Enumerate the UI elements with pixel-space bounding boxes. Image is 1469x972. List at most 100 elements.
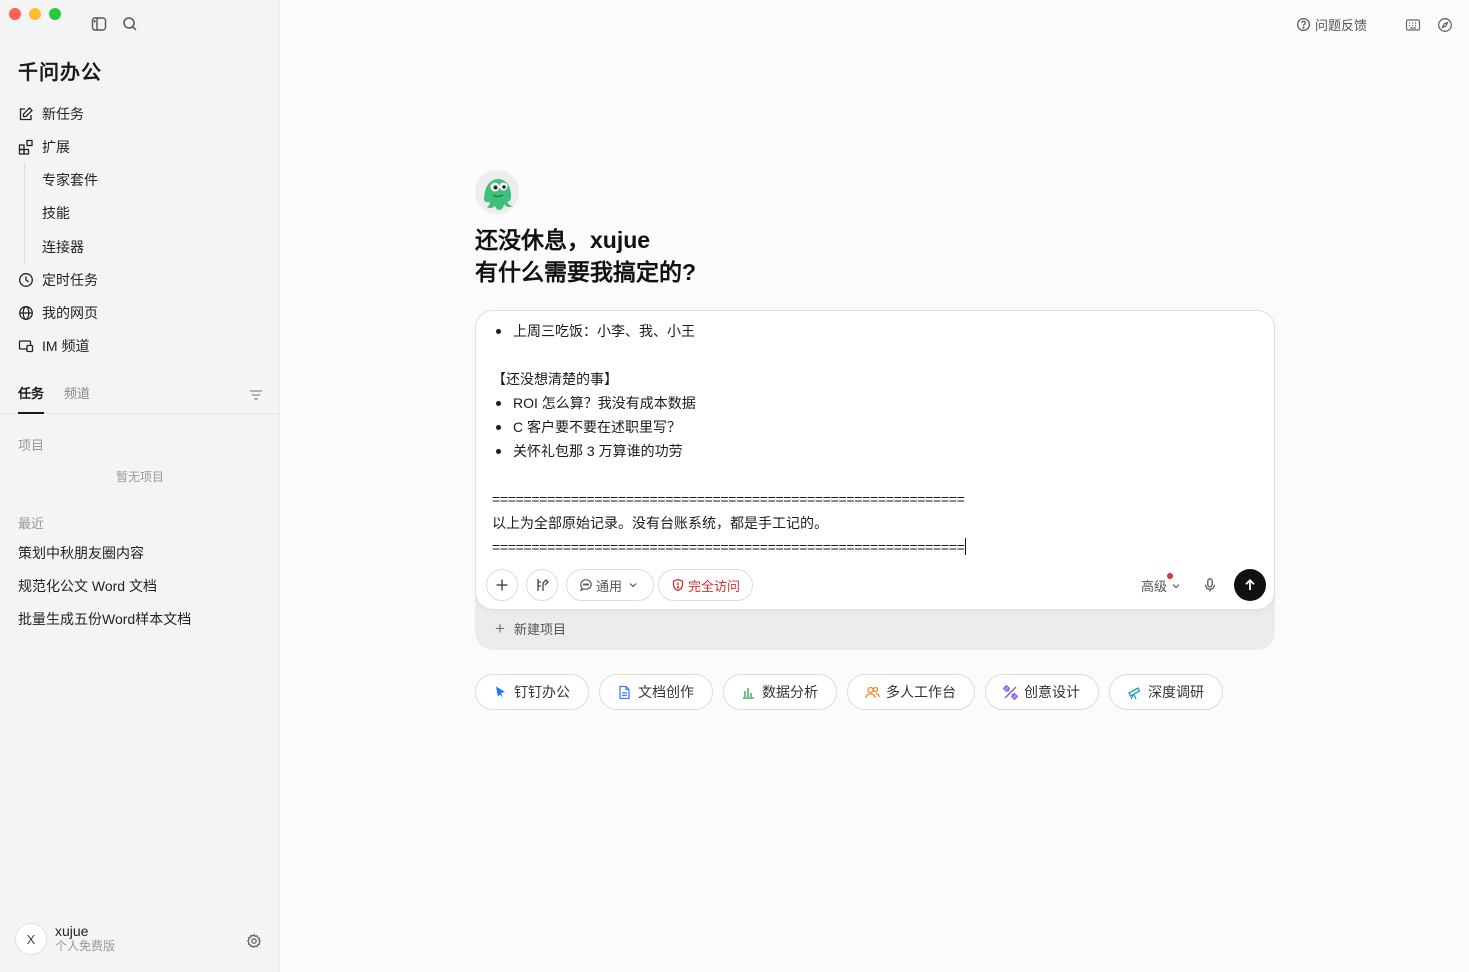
prompt-line: 关怀礼包那 3 万算谁的功劳 bbox=[492, 439, 1262, 463]
microphone-icon[interactable] bbox=[1202, 577, 1218, 593]
send-button[interactable] bbox=[1234, 569, 1266, 601]
shield-icon bbox=[672, 578, 684, 592]
design-icon bbox=[1003, 684, 1018, 700]
full-access-label: 完全访问 bbox=[688, 578, 741, 594]
plus-icon bbox=[496, 579, 508, 591]
close-window-button[interactable] bbox=[9, 8, 21, 20]
prompt-line-blank bbox=[492, 343, 1262, 367]
recent-list: 策划中秋朋友圈内容 规范化公文 Word 文档 批量生成五份Word样本文档 bbox=[0, 537, 280, 636]
chip-label: 数据分析 bbox=[762, 684, 818, 700]
nav-new-task[interactable]: 新任务 bbox=[0, 97, 280, 130]
plus-icon: + bbox=[495, 619, 505, 638]
advanced-dropdown[interactable]: 高级 bbox=[1141, 573, 1181, 595]
tab-tasks[interactable]: 任务 bbox=[18, 378, 45, 414]
mascot-logo bbox=[475, 170, 519, 214]
nav-skills-label: 技能 bbox=[42, 205, 70, 222]
prompt-last-line: ========================================… bbox=[492, 535, 1262, 559]
sidebar-toggle-icon[interactable] bbox=[90, 15, 108, 33]
chip-label: 文档创作 bbox=[638, 684, 694, 700]
prompt-textarea[interactable]: 上周三吃饭：小李、我、小王 【还没想清楚的事】 ROI 怎么算？我没有成本数据 … bbox=[492, 319, 1262, 559]
nav-extension[interactable]: 扩展 bbox=[0, 130, 280, 163]
chip-label: 多人工作台 bbox=[886, 684, 956, 700]
full-access-button[interactable]: 完全访问 bbox=[658, 569, 754, 601]
clock-icon bbox=[19, 273, 33, 287]
feedback-label: 问题反馈 bbox=[1314, 18, 1367, 33]
chevron-down-icon bbox=[1172, 583, 1180, 588]
tools-icon bbox=[537, 579, 549, 591]
sidebar-tabs: 任务 频道 bbox=[0, 378, 280, 414]
chip-document[interactable]: 文档创作 bbox=[599, 674, 713, 710]
sidebar: 千问办公 新任务 扩展 专家套件 技能 连接器 定时任务 我的网页 IM 频道 … bbox=[0, 0, 280, 972]
composer-toolbar: 通用 完全访问 高级 bbox=[486, 569, 1266, 601]
chip-multi-user-workspace[interactable]: 多人工作台 bbox=[847, 674, 975, 710]
prompt-line: ROI 怎么算？我没有成本数据 bbox=[492, 391, 1262, 415]
prompt-line: ========================================… bbox=[492, 539, 965, 555]
extension-icon bbox=[18, 139, 33, 155]
telescope-icon bbox=[1128, 686, 1141, 699]
nav-my-webpages-label: 我的网页 bbox=[42, 305, 98, 321]
nav-expert-suite-label: 专家套件 bbox=[42, 171, 98, 188]
recent-item[interactable]: 策划中秋朋友圈内容 bbox=[0, 537, 280, 570]
app-brand: 千问办公 bbox=[18, 62, 102, 84]
nav-scheduled-tasks[interactable]: 定时任务 bbox=[0, 264, 280, 297]
chip-dingtalk[interactable]: 钉钉办公 bbox=[475, 674, 589, 710]
nav-connectors[interactable]: 连接器 bbox=[25, 230, 280, 264]
projects-empty-note: 暂无项目 bbox=[115, 470, 164, 484]
gear-icon[interactable] bbox=[246, 933, 262, 949]
help-circle-icon bbox=[1296, 17, 1311, 32]
edit-icon bbox=[19, 106, 33, 120]
nav-skills[interactable]: 技能 bbox=[25, 197, 280, 231]
dingtalk-icon bbox=[496, 686, 505, 698]
user-name: xujue bbox=[55, 923, 89, 939]
feedback-button[interactable]: 问题反馈 bbox=[1296, 15, 1367, 34]
tools-button[interactable] bbox=[526, 569, 558, 601]
nav-connectors-label: 连接器 bbox=[42, 238, 84, 255]
composer: 上周三吃饭：小李、我、小王 【还没想清楚的事】 ROI 怎么算？我没有成本数据 … bbox=[475, 310, 1275, 610]
avatar: X bbox=[15, 923, 47, 955]
tab-channels[interactable]: 频道 bbox=[64, 378, 90, 414]
text-caret bbox=[964, 538, 966, 555]
nav-expert-suite[interactable]: 专家套件 bbox=[25, 163, 280, 197]
projects-heading: 项目 bbox=[18, 438, 45, 453]
nav-extension-label: 扩展 bbox=[42, 138, 70, 155]
maximize-window-button[interactable] bbox=[49, 8, 61, 20]
im-icon bbox=[18, 340, 34, 353]
new-project-button[interactable]: + 新建项目 bbox=[495, 619, 566, 638]
chip-deep-research[interactable]: 深度调研 bbox=[1109, 674, 1223, 710]
chip-data-analysis[interactable]: 数据分析 bbox=[723, 674, 837, 710]
new-project-label: 新建项目 bbox=[513, 622, 566, 637]
filter-icon[interactable] bbox=[248, 387, 264, 403]
top-right-bar: 问题反馈 bbox=[1296, 15, 1453, 34]
keyboard-icon[interactable] bbox=[1405, 17, 1421, 33]
recent-item[interactable]: 规范化公文 Word 文档 bbox=[0, 570, 280, 603]
chip-label: 深度调研 bbox=[1148, 684, 1204, 700]
nav-my-webpages[interactable]: 我的网页 bbox=[0, 297, 280, 330]
mode-selector[interactable]: 通用 bbox=[566, 569, 655, 601]
chip-label: 创意设计 bbox=[1024, 684, 1080, 700]
extension-subnav: 专家套件 技能 连接器 bbox=[24, 163, 280, 264]
bar-chart-icon bbox=[743, 687, 754, 699]
window-controls bbox=[9, 8, 61, 20]
minimize-window-button[interactable] bbox=[29, 8, 41, 20]
prompt-line: 以上为全部原始记录。没有台账系统，都是手工记的。 bbox=[492, 515, 828, 531]
recent-item[interactable]: 批量生成五份Word样本文档 bbox=[0, 603, 280, 636]
prompt-line: ========================================… bbox=[492, 491, 965, 507]
compass-icon[interactable] bbox=[1437, 17, 1453, 33]
nav-im-channel[interactable]: IM 频道 bbox=[0, 330, 280, 363]
nav-scheduled-tasks-label: 定时任务 bbox=[42, 272, 98, 288]
users-icon bbox=[865, 686, 880, 698]
nav-im-channel-label: IM 频道 bbox=[42, 338, 90, 354]
prompt-line: 【还没想清楚的事】 bbox=[492, 371, 618, 387]
chip-creative-design[interactable]: 创意设计 bbox=[985, 674, 1099, 710]
chip-label: 钉钉办公 bbox=[514, 684, 570, 700]
recent-heading: 最近 bbox=[18, 516, 45, 531]
add-attachment-button[interactable] bbox=[486, 569, 518, 601]
greeting-line-1: 还没休息，xujue bbox=[475, 227, 651, 253]
nav-new-task-label: 新任务 bbox=[42, 105, 84, 122]
prompt-line-blank bbox=[492, 463, 1262, 487]
arrow-up-icon bbox=[1245, 579, 1255, 590]
notification-dot bbox=[1167, 573, 1173, 579]
search-icon[interactable] bbox=[121, 15, 139, 33]
user-profile[interactable]: X xujue 个人免费版 bbox=[15, 923, 115, 955]
user-plan: 个人免费版 bbox=[55, 939, 116, 953]
